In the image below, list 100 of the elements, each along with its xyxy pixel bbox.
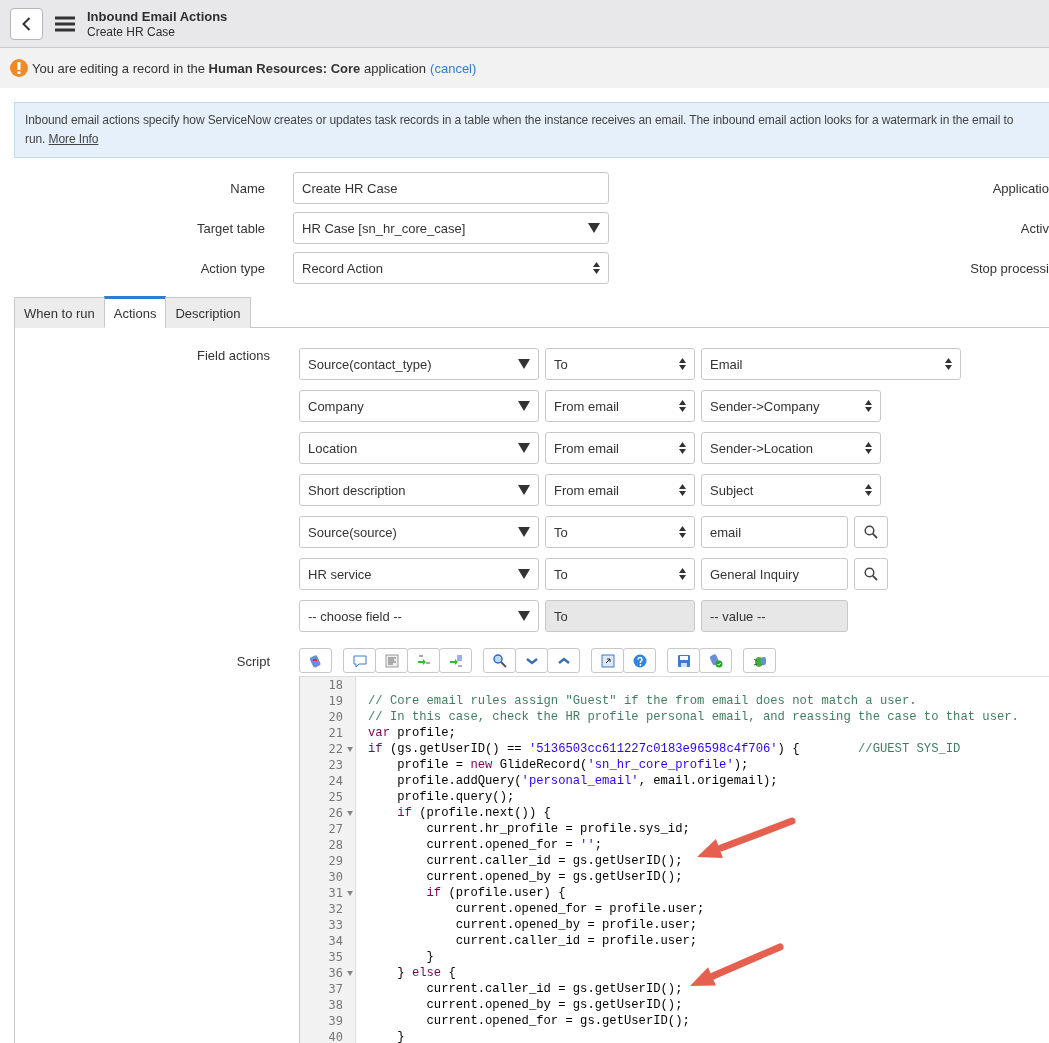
line-number: 20 (327, 709, 344, 725)
code-line: profile.addQuery('personal_email', email.origemail); (396, 773, 779, 789)
format-button[interactable] (299, 648, 332, 673)
line-number: 21 (327, 725, 344, 741)
line-number: 27 (327, 821, 344, 837)
tab[interactable]: When to run (14, 297, 105, 328)
fullscreen-button[interactable] (591, 648, 624, 673)
up-down-caret-icon (865, 400, 872, 412)
value-field[interactable]: General Inquiry (701, 558, 848, 590)
field-label: Applicatio (992, 180, 1049, 196)
caret-down-icon (518, 611, 530, 621)
line-number: 24 (327, 773, 344, 789)
operator-select[interactable]: To (545, 348, 695, 380)
field-name-dropdown[interactable]: Location (299, 432, 539, 464)
code-editor[interactable] (299, 676, 1049, 1043)
line-number: 38 (327, 997, 344, 1013)
line-number: 37 (327, 981, 344, 997)
line-number: 22 (300, 741, 355, 757)
field-label: Action type (199, 260, 265, 276)
field-name-dropdown[interactable]: Source(contact_type) (299, 348, 539, 380)
value-field: -- value -- (701, 600, 848, 632)
next-button[interactable] (515, 648, 548, 673)
code-line: } (396, 1029, 406, 1043)
up-down-caret-icon (679, 484, 686, 496)
tab[interactable]: Description (165, 297, 251, 328)
search-icon (864, 525, 878, 539)
caret-down-icon (518, 443, 530, 453)
replace-button[interactable] (407, 648, 440, 673)
tab[interactable]: Actions (103, 296, 167, 328)
fold-caret-icon[interactable] (347, 811, 353, 816)
debug-button[interactable] (743, 648, 776, 673)
comment-button[interactable] (343, 648, 376, 673)
speech-bubble-icon (351, 652, 368, 669)
code-line: if (profile.next()) { (396, 805, 552, 821)
operator-select[interactable]: From email (545, 432, 695, 464)
field-label: Stop processi (970, 260, 1049, 276)
operator-select[interactable]: From email (545, 390, 695, 422)
line-number: 29 (327, 853, 344, 869)
up-down-caret-icon (945, 358, 952, 370)
save-button[interactable] (667, 648, 700, 673)
line-number: 35 (327, 949, 344, 965)
search-icon (864, 567, 878, 581)
fold-caret-icon[interactable] (347, 747, 353, 752)
field-actions-label: Field actions (196, 348, 270, 365)
code-line: if (profile.user) { (425, 885, 567, 901)
code-line: } (425, 949, 435, 965)
form-select[interactable]: Record Action (293, 252, 609, 284)
code-line: // In this case, check the HR profile personal email, and reassing the case to that user. (368, 709, 1019, 725)
lookup-button[interactable] (854, 558, 888, 590)
form-dropdown[interactable]: HR Case [sn_hr_core_case] (293, 212, 609, 244)
line-number: 34 (327, 933, 344, 949)
menu-icon[interactable] (55, 15, 75, 32)
help-button[interactable] (623, 648, 656, 673)
cancel-link[interactable]: (cancel) (430, 60, 477, 76)
field-label: Target table (196, 220, 265, 236)
line-number: 25 (327, 789, 344, 805)
code-line: current.caller_id = profile.user; (454, 933, 699, 949)
code-line: current.caller_id = gs.getUserID(); (425, 853, 684, 869)
back-button[interactable] (10, 7, 43, 40)
value-field[interactable]: email (701, 516, 848, 548)
format-text-button[interactable] (375, 648, 408, 673)
code-line: if (gs.getUserID() == '5136503cc611227c0183e96598c4f706') { //GUEST SYS_ID (368, 741, 962, 757)
value-select[interactable]: Sender->Company (701, 390, 881, 422)
field-label: Name (229, 180, 265, 196)
line-number: 23 (327, 757, 344, 773)
field-name-dropdown[interactable]: HR service (299, 558, 539, 590)
line-number: 18 (327, 677, 344, 693)
value-select[interactable]: Email (701, 348, 961, 380)
caret-down-icon (518, 527, 530, 537)
field-name-dropdown[interactable]: -- choose field -- (299, 600, 539, 632)
operator-select[interactable]: From email (545, 474, 695, 506)
notice-text: You are editing a record in the Human Resources: Core application (32, 60, 427, 76)
check-script-button[interactable] (699, 648, 732, 673)
operator-select[interactable]: To (545, 516, 695, 548)
caret-down-icon (588, 223, 600, 233)
field-name-dropdown[interactable]: Short description (299, 474, 539, 506)
up-down-caret-icon (865, 442, 872, 454)
line-number: 28 (327, 837, 344, 853)
chevron-left-icon (22, 16, 31, 31)
code-line: current.opened_for = profile.user; (454, 901, 706, 917)
lookup-button[interactable] (854, 516, 888, 548)
replace-all-button[interactable] (439, 648, 472, 673)
value-select[interactable]: Subject (701, 474, 881, 506)
text-lines-icon (383, 652, 400, 669)
operator-select[interactable]: To (545, 558, 695, 590)
value-select[interactable]: Sender->Location (701, 432, 881, 464)
caret-down-icon (518, 569, 530, 579)
fold-caret-icon[interactable] (347, 971, 353, 976)
code-line: current.opened_by = gs.getUserID(); (425, 997, 684, 1013)
code-line: profile.query(); (396, 789, 516, 805)
previous-button[interactable] (547, 648, 580, 673)
search-button[interactable] (483, 648, 516, 673)
line-number: 40 (327, 1029, 344, 1043)
fold-caret-icon[interactable] (347, 891, 353, 896)
code-line: current.opened_by = profile.user; (454, 917, 699, 933)
warning-icon (10, 59, 28, 77)
more-info-link[interactable]: More Info (48, 132, 99, 146)
form-field[interactable]: Create HR Case (293, 172, 609, 204)
field-name-dropdown[interactable]: Source(source) (299, 516, 539, 548)
field-name-dropdown[interactable]: Company (299, 390, 539, 422)
